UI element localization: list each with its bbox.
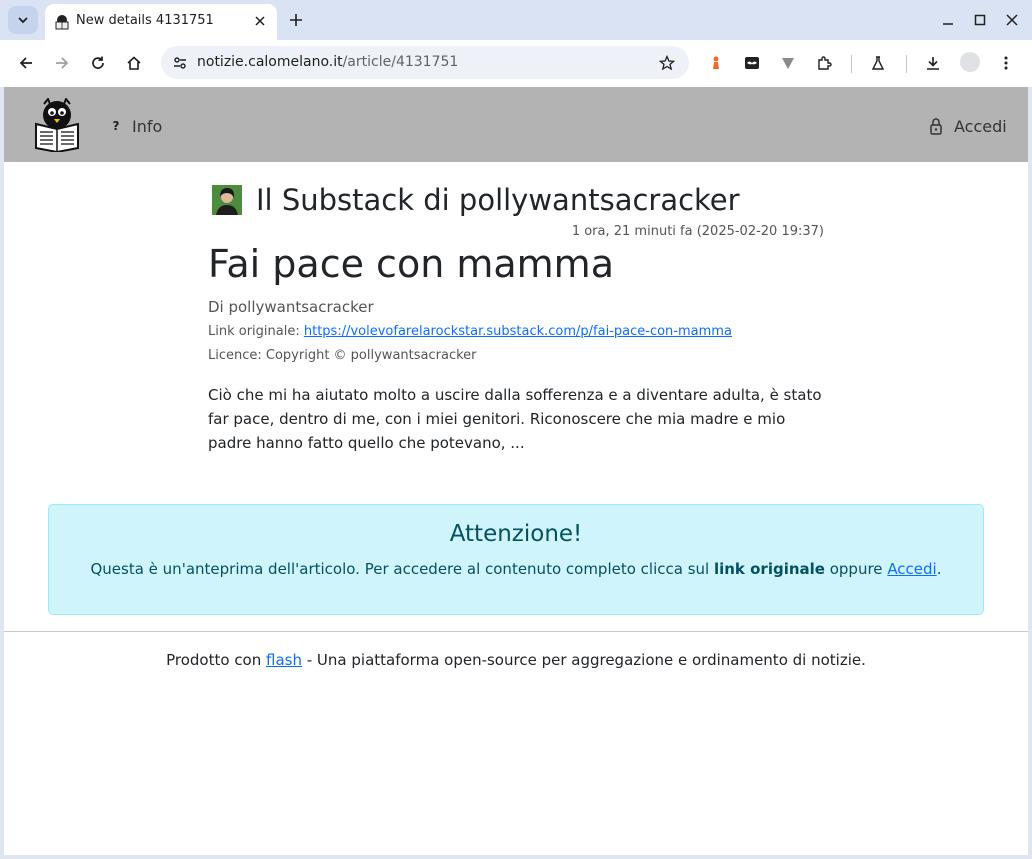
tab-title: New details 4131751 [76, 13, 214, 28]
arrow-left-icon [19, 57, 32, 69]
alert-text-end: . [936, 560, 942, 578]
extension-button-3[interactable] [776, 51, 800, 75]
alert-text-middle: oppure [824, 560, 888, 578]
lock-icon [930, 118, 942, 135]
triangle-down-icon [782, 58, 794, 69]
browser-toolbar: notizie.calomelano.it/article/4131751 [0, 40, 1032, 87]
nav-login-link[interactable]: Accedi [930, 115, 1007, 137]
url-host: notizie.calomelano.it [197, 54, 343, 70]
close-icon [1006, 14, 1018, 26]
mask-icon [745, 57, 759, 69]
minimize-button[interactable] [937, 9, 959, 31]
article-timestamp: 1 ora, 21 minuti fa (2025-02-20 19:37) [571, 224, 824, 239]
plus-icon [290, 14, 302, 26]
article-excerpt: Ciò che mi ha aiutato molto a uscire dal… [208, 386, 822, 452]
toolbar-separator [851, 55, 852, 73]
url-path: /article/4131751 [342, 54, 459, 70]
tune-icon [174, 57, 186, 69]
labs-button[interactable] [866, 51, 890, 75]
licence-line: Licence: Copyright © pollywantsacracker [208, 348, 477, 363]
site-logo[interactable] [30, 98, 84, 152]
alert-bold-text: link originale [713, 560, 825, 578]
toolbar-separator [906, 55, 907, 73]
address-bar[interactable]: notizie.calomelano.it/article/4131751 [161, 46, 689, 79]
footer-text: Prodotto con [166, 651, 267, 669]
extensions-menu-button[interactable] [812, 51, 836, 75]
forward-button[interactable] [50, 51, 74, 75]
tab-search-button[interactable] [8, 6, 38, 34]
maximize-button[interactable] [969, 9, 991, 31]
site-favicon-icon [55, 15, 69, 30]
source-title[interactable]: Il Substack di pollywantsacracker [256, 183, 740, 217]
original-link-line: Link originale: https://volevofarelarock… [208, 324, 732, 339]
home-button[interactable] [122, 51, 146, 75]
tab-bar: New details 4131751 [0, 0, 1032, 40]
close-icon [255, 16, 265, 26]
web-page: ? Info Accedi Il Substack di pollywantsa… [4, 87, 1028, 855]
url-text: notizie.calomelano.it/article/4131751 [197, 54, 458, 70]
home-icon [127, 56, 141, 70]
page-footer: Prodotto con flash - Una piattaforma ope… [4, 651, 1028, 669]
original-link-label: Link originale: [208, 324, 300, 339]
footer-divider [4, 631, 1028, 632]
nav-info-label: Info [132, 116, 163, 136]
bookmark-button[interactable] [655, 51, 679, 75]
extension-button-1[interactable] [704, 51, 728, 75]
chess-piece-icon [713, 56, 719, 69]
more-vert-icon [1004, 56, 1008, 70]
reload-button[interactable] [86, 51, 110, 75]
star-icon [659, 55, 675, 71]
chevron-down-icon [18, 17, 28, 24]
flask-icon [871, 56, 885, 70]
nav-info-link[interactable]: ? Info [110, 115, 163, 137]
site-navbar: ? Info Accedi [4, 87, 1028, 162]
source-avatar [212, 185, 242, 215]
browser-menu-button[interactable] [994, 51, 1018, 75]
footer-flash-link[interactable]: flash [266, 651, 302, 669]
alert-body: Questa è un'anteprima dell'articolo. Per… [49, 560, 983, 578]
arrow-right-icon [56, 57, 69, 69]
nav-login-label: Accedi [954, 116, 1007, 136]
article-source: Il Substack di pollywantsacracker [212, 183, 740, 217]
download-icon [927, 57, 939, 70]
new-tab-button[interactable] [284, 8, 308, 32]
site-info-button[interactable] [168, 51, 192, 75]
article-byline: Di pollywantsacracker [208, 298, 374, 316]
browser-chrome: New details 4131751 notizie.calomelano.i… [0, 0, 1032, 87]
footer-text-end: - Una piattaforma open-source per aggreg… [301, 651, 866, 669]
alert-title: Attenzione! [449, 521, 583, 547]
article-title: Fai pace con mamma [208, 242, 614, 286]
question-icon: ? [112, 119, 120, 133]
alert-login-link[interactable]: Accedi [887, 560, 936, 578]
alert-text: Questa è un'anteprima dell'articolo. Per… [90, 560, 714, 578]
minimize-icon [943, 23, 953, 25]
maximize-icon [974, 14, 986, 26]
reload-icon [92, 56, 104, 69]
preview-alert: Attenzione! Questa è un'anteprima dell'a… [48, 504, 984, 615]
close-window-button[interactable] [1001, 9, 1023, 31]
downloads-button[interactable] [921, 51, 945, 75]
active-tab[interactable]: New details 4131751 [45, 4, 277, 40]
puzzle-icon [818, 56, 832, 70]
back-button[interactable] [14, 51, 38, 75]
tab-close-button[interactable] [251, 12, 269, 30]
avatar-image [212, 185, 242, 215]
original-link[interactable]: https://volevofarelarockstar.substack.co… [304, 324, 732, 339]
extension-button-2[interactable] [740, 51, 764, 75]
profile-avatar-button[interactable] [960, 52, 980, 72]
